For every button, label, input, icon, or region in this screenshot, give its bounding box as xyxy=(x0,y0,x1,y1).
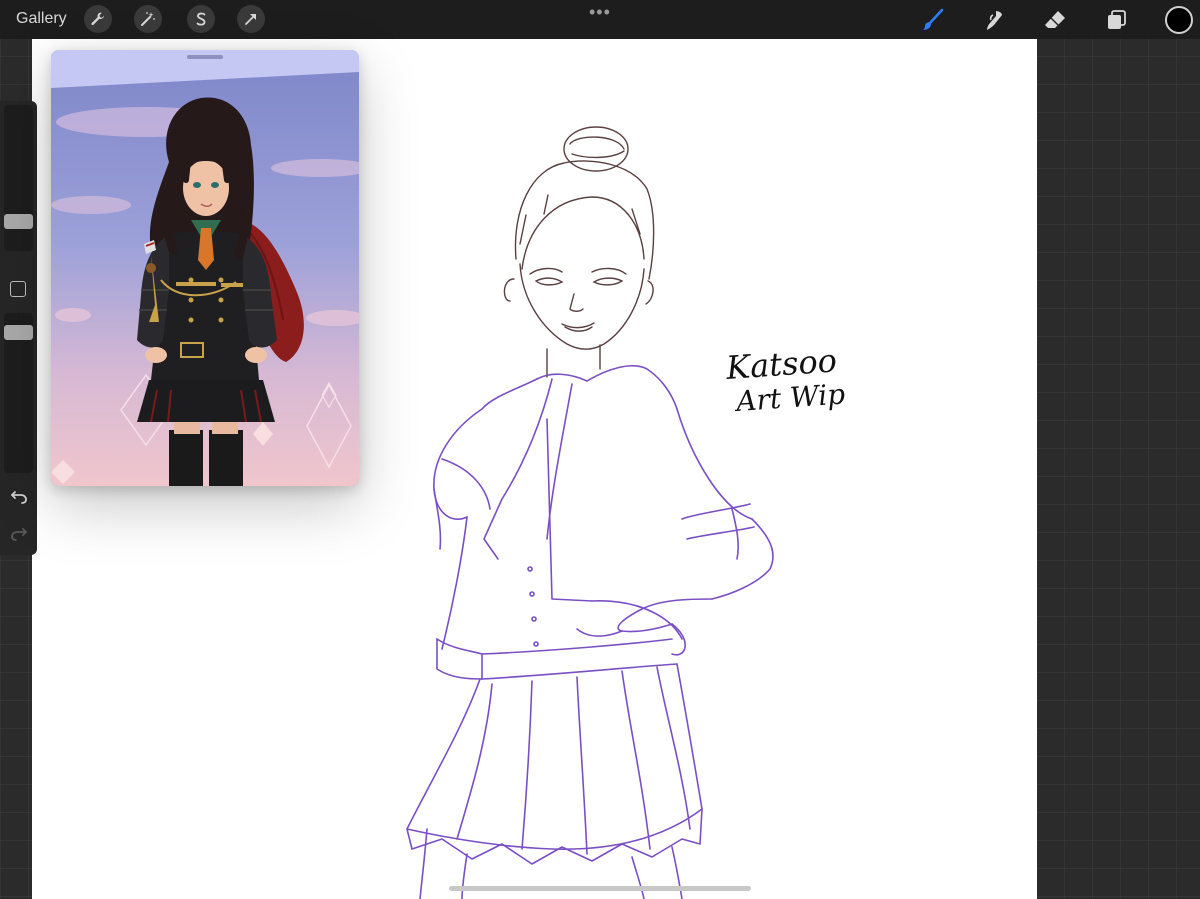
wrench-icon[interactable] xyxy=(84,5,112,33)
undo-icon[interactable] xyxy=(9,486,29,506)
body-sketch xyxy=(406,365,774,899)
brush-sidebar xyxy=(0,101,37,555)
head-sketch xyxy=(503,126,655,378)
reference-image xyxy=(51,50,359,486)
redo-icon[interactable] xyxy=(9,523,29,543)
brush-size-slider[interactable] xyxy=(4,105,33,251)
color-picker-button[interactable] xyxy=(1165,6,1193,34)
gallery-button[interactable]: Gallery xyxy=(16,10,67,28)
reference-window[interactable] xyxy=(51,50,359,486)
brush-icon[interactable] xyxy=(919,6,947,34)
signature-line-2: Art Wip xyxy=(732,377,846,418)
more-options-icon[interactable]: ••• xyxy=(589,2,611,23)
top-toolbar: Gallery ••• xyxy=(0,0,1200,39)
reference-drag-handle[interactable] xyxy=(187,55,223,59)
smudge-icon[interactable] xyxy=(980,6,1008,34)
home-indicator[interactable] xyxy=(449,886,751,891)
eraser-icon[interactable] xyxy=(1041,6,1069,34)
brush-size-thumb[interactable] xyxy=(4,214,33,229)
layers-icon[interactable] xyxy=(1103,6,1131,34)
magic-wand-icon[interactable] xyxy=(134,5,162,33)
selection-s-icon[interactable] xyxy=(187,5,215,33)
modify-square-icon[interactable] xyxy=(10,281,26,297)
transform-arrow-icon[interactable] xyxy=(237,5,265,33)
opacity-thumb[interactable] xyxy=(4,325,33,340)
